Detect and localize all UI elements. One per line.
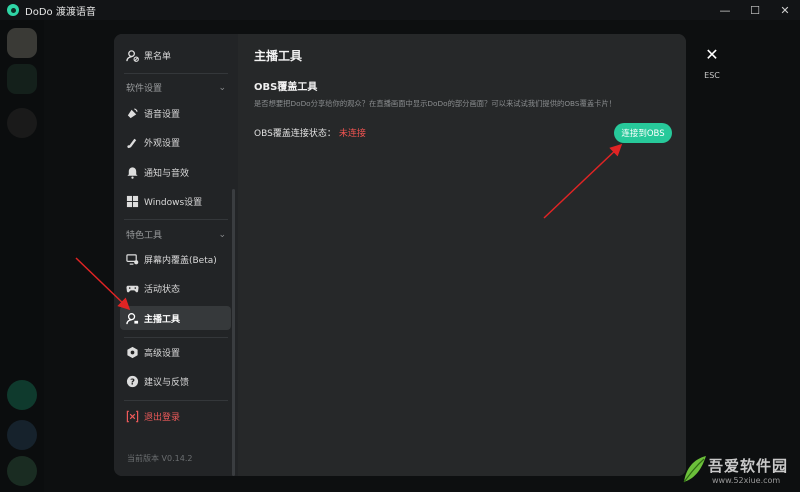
- window-title: DoDo 渡渡语音: [25, 6, 96, 18]
- sidebar-divider: [124, 337, 228, 338]
- server-record-icon[interactable]: [7, 108, 37, 138]
- watermark: 吾爱软件园 www.52xiue.com: [678, 452, 798, 490]
- gamepad-icon: [126, 282, 139, 295]
- advanced-icon: [126, 346, 139, 359]
- download-app-icon[interactable]: [7, 456, 37, 486]
- section-label: 特色工具: [126, 231, 163, 241]
- title-bar: DoDo 渡渡语音 — ☐ ✕: [0, 0, 800, 20]
- sidebar-item-label: 语音设置: [144, 109, 181, 120]
- sidebar-item-notifications[interactable]: 通知与音效: [120, 160, 231, 184]
- settings-modal: 黑名单 软件设置 ⌄ 语音设置 外观设置 通知与音效 Windows设置 特色工…: [114, 34, 686, 476]
- sidebar-scrollbar[interactable]: [232, 189, 235, 476]
- sidebar-item-advanced-settings[interactable]: 高级设置: [120, 340, 231, 364]
- settings-content: 主播工具 OBS覆盖工具 是否想要把DoDo分享给你的观众？在直播画面中显示Do…: [238, 34, 686, 476]
- sidebar-divider: [124, 219, 228, 220]
- blacklist-icon: [126, 49, 139, 62]
- sidebar-item-label: 活动状态: [144, 284, 181, 295]
- app-logo-icon: [7, 4, 19, 16]
- connect-obs-button[interactable]: 连接到OBS: [614, 123, 672, 143]
- sidebar-item-voice-settings[interactable]: 语音设置: [120, 101, 231, 125]
- server-avatar-icon[interactable]: [7, 28, 37, 58]
- logout-icon: [126, 410, 139, 423]
- chevron-down-icon: ⌄: [218, 229, 226, 240]
- sidebar-item-label: 退出登录: [144, 412, 181, 423]
- watermark-url: www.52xiue.com: [712, 476, 781, 485]
- obs-status-label: OBS覆盖连接状态：: [254, 129, 336, 139]
- obs-status-row: OBS覆盖连接状态： 未连接: [254, 126, 366, 139]
- sidebar-item-blacklist[interactable]: 黑名单: [120, 43, 231, 67]
- sidebar-item-label: 高级设置: [144, 348, 181, 359]
- voice-icon: [126, 107, 139, 120]
- sidebar-item-label: 主播工具: [144, 314, 181, 325]
- window-controls: — ☐ ✕: [710, 0, 800, 20]
- appearance-icon: [126, 136, 139, 149]
- obs-section-title: OBS覆盖工具: [254, 82, 318, 93]
- watermark-title: 吾爱软件园: [708, 457, 789, 475]
- obs-section-description: 是否想要把DoDo分享给你的观众？在直播画面中显示DoDo的部分画面？可以来试试…: [254, 99, 617, 108]
- server-green-icon[interactable]: [7, 64, 37, 94]
- sidebar-item-label: 屏幕内覆盖(Beta): [144, 255, 217, 266]
- bell-icon: [126, 166, 139, 179]
- minimize-button[interactable]: —: [710, 0, 740, 20]
- close-icon: ✕: [705, 45, 719, 64]
- settings-sidebar: 黑名单 软件设置 ⌄ 语音设置 外观设置 通知与音效 Windows设置 特色工…: [114, 34, 238, 476]
- sidebar-item-label: 黑名单: [144, 51, 172, 62]
- sidebar-item-logout[interactable]: 退出登录: [120, 404, 231, 428]
- windows-icon: [126, 195, 139, 208]
- sidebar-divider: [124, 400, 228, 401]
- sidebar-divider: [124, 73, 228, 74]
- overlay-icon: [126, 253, 139, 266]
- app-version: 当前版本 V0.14.2: [127, 454, 193, 463]
- search-server-icon[interactable]: [7, 380, 37, 410]
- sidebar-item-label: 建议与反馈: [144, 377, 190, 388]
- obs-status-value: 未连接: [338, 129, 366, 139]
- server-rail: [0, 20, 44, 492]
- leaf-logo-icon: [683, 456, 706, 483]
- sidebar-item-label: Windows设置: [144, 197, 203, 208]
- sidebar-item-appearance-settings[interactable]: 外观设置: [120, 130, 231, 154]
- section-feature-tools[interactable]: 特色工具 ⌄: [126, 228, 226, 242]
- maximize-button[interactable]: ☐: [740, 0, 770, 20]
- esc-label: ESC: [704, 71, 720, 80]
- help-icon: ?: [126, 375, 139, 388]
- sidebar-item-label: 外观设置: [144, 138, 181, 149]
- svg-text:?: ?: [130, 376, 135, 386]
- sidebar-item-windows-settings[interactable]: Windows设置: [120, 189, 231, 213]
- sidebar-item-screen-overlay[interactable]: 屏幕内覆盖(Beta): [120, 247, 231, 271]
- close-window-button[interactable]: ✕: [770, 0, 800, 20]
- section-software-settings[interactable]: 软件设置 ⌄: [126, 81, 226, 95]
- section-label: 软件设置: [126, 84, 163, 94]
- chevron-down-icon: ⌄: [218, 82, 226, 93]
- page-title: 主播工具: [254, 49, 303, 63]
- streamer-icon: [126, 312, 139, 325]
- sidebar-item-streamer-tools[interactable]: 主播工具: [120, 306, 231, 330]
- esc-close-button[interactable]: ✕ ESC: [700, 45, 724, 80]
- sidebar-item-label: 通知与音效: [144, 168, 190, 179]
- sidebar-item-feedback[interactable]: ? 建议与反馈: [120, 369, 231, 393]
- sidebar-item-activity-status[interactable]: 活动状态: [120, 276, 231, 300]
- steam-icon[interactable]: [7, 420, 37, 450]
